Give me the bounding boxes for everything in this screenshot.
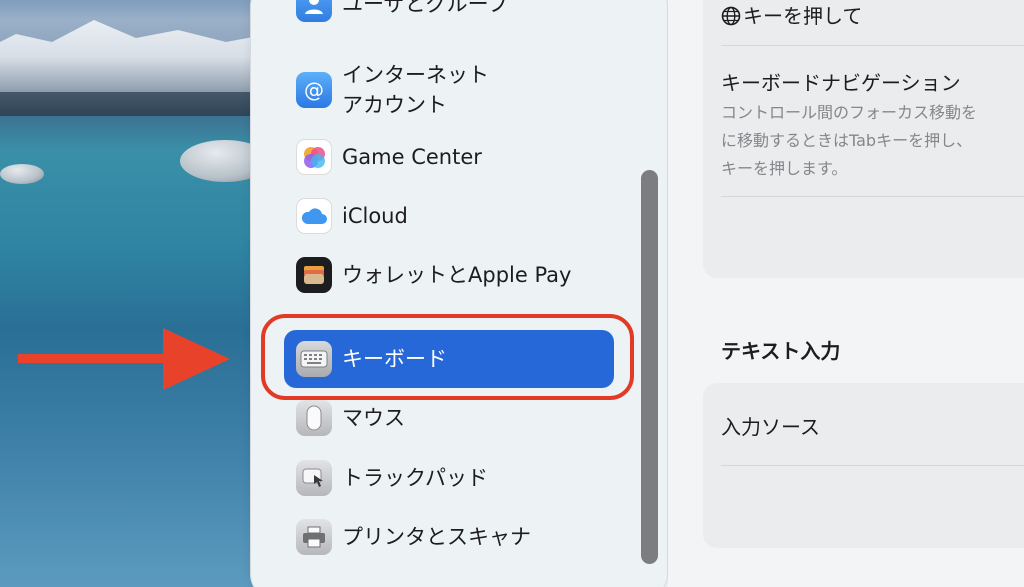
sidebar-item-label: トラックパッド: [342, 466, 488, 490]
trackpad-icon: [296, 460, 332, 496]
sidebar-item-printers-scanners[interactable]: プリンタとスキャナ: [296, 519, 531, 555]
annotation-arrow: [18, 328, 230, 390]
globe-key-row[interactable]: キーを押して: [721, 0, 862, 29]
divider: [721, 196, 1024, 197]
sidebar-item-label: ユーザとグループ: [342, 0, 509, 16]
sidebar-item-internet-accounts[interactable]: @ インターネット アカウント: [296, 60, 489, 120]
globe-key-label: キーを押して: [743, 4, 863, 28]
sidebar-item-users-groups[interactable]: ユーザとグループ: [296, 0, 508, 22]
sidebar-item-label: iCloud: [342, 204, 408, 228]
sidebar-item-trackpad[interactable]: トラックパッド: [296, 460, 488, 496]
sidebar-item-label: プリンタとスキャナ: [342, 525, 531, 549]
sidebar-item-label: Game Center: [342, 145, 482, 169]
highlight-ring: [261, 314, 634, 400]
keyboard-navigation-title: キーボードナビゲーション: [721, 71, 961, 95]
mouse-icon: [296, 400, 332, 436]
sidebar-item-label: マウス: [342, 406, 405, 430]
printer-icon: [296, 519, 332, 555]
sidebar-item-icloud[interactable]: iCloud: [296, 198, 408, 234]
scrollbar-thumb[interactable]: [641, 170, 658, 564]
rock: [0, 164, 44, 184]
sidebar-item-label: インターネット アカウント: [342, 63, 489, 117]
svg-text:@: @: [304, 78, 324, 102]
text-input-section-title: テキスト入力: [721, 339, 841, 363]
at-sign-icon: @: [296, 72, 332, 108]
users-icon: [296, 0, 332, 22]
sidebar-item-label: ウォレットとApple Pay: [342, 263, 572, 287]
input-source-row[interactable]: 入力ソース: [721, 411, 820, 440]
sidebar-item-mouse[interactable]: マウス: [296, 400, 405, 436]
globe-icon: [721, 6, 741, 26]
keyboard-navigation-description: コントロール間のフォーカス移動を に移動するときはTabキーを押し、 キーを押し…: [721, 103, 978, 178]
game-center-icon: [296, 139, 332, 175]
sidebar-item-game-center[interactable]: Game Center: [296, 139, 482, 175]
sidebar-item-wallet[interactable]: ウォレットとApple Pay: [296, 257, 571, 293]
wallet-icon: [296, 257, 332, 293]
icloud-icon: [296, 198, 332, 234]
divider: [721, 45, 1024, 46]
divider: [721, 465, 1024, 466]
